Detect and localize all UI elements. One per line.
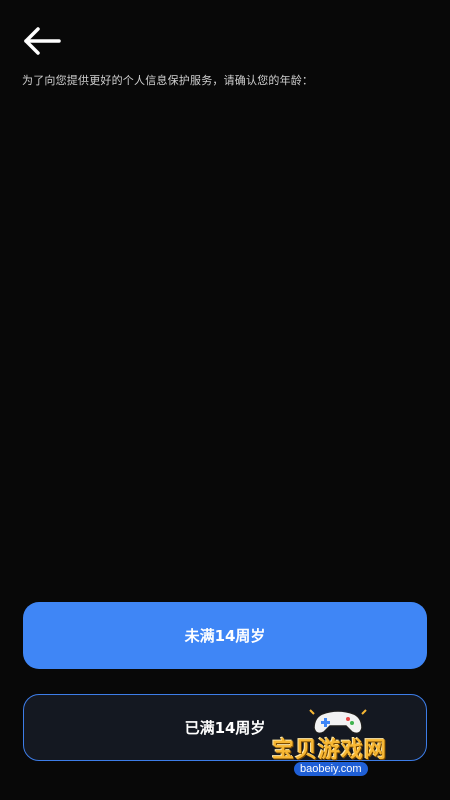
watermark-url: baobeiy.com <box>294 762 368 776</box>
under-14-button[interactable]: 未满14周岁 <box>23 602 427 669</box>
back-button[interactable] <box>22 26 62 56</box>
under-14-label: 未满14周岁 <box>184 627 266 645</box>
site-watermark: 宝贝游戏网 baobeiy.com <box>272 702 400 788</box>
age-confirmation-prompt: 为了向您提供更好的个人信息保护服务，请确认您的年龄： <box>22 74 314 87</box>
watermark-title: 宝贝游戏网 <box>272 738 388 763</box>
over-14-label: 已满14周岁 <box>184 719 266 737</box>
arrow-left-icon <box>24 27 61 55</box>
